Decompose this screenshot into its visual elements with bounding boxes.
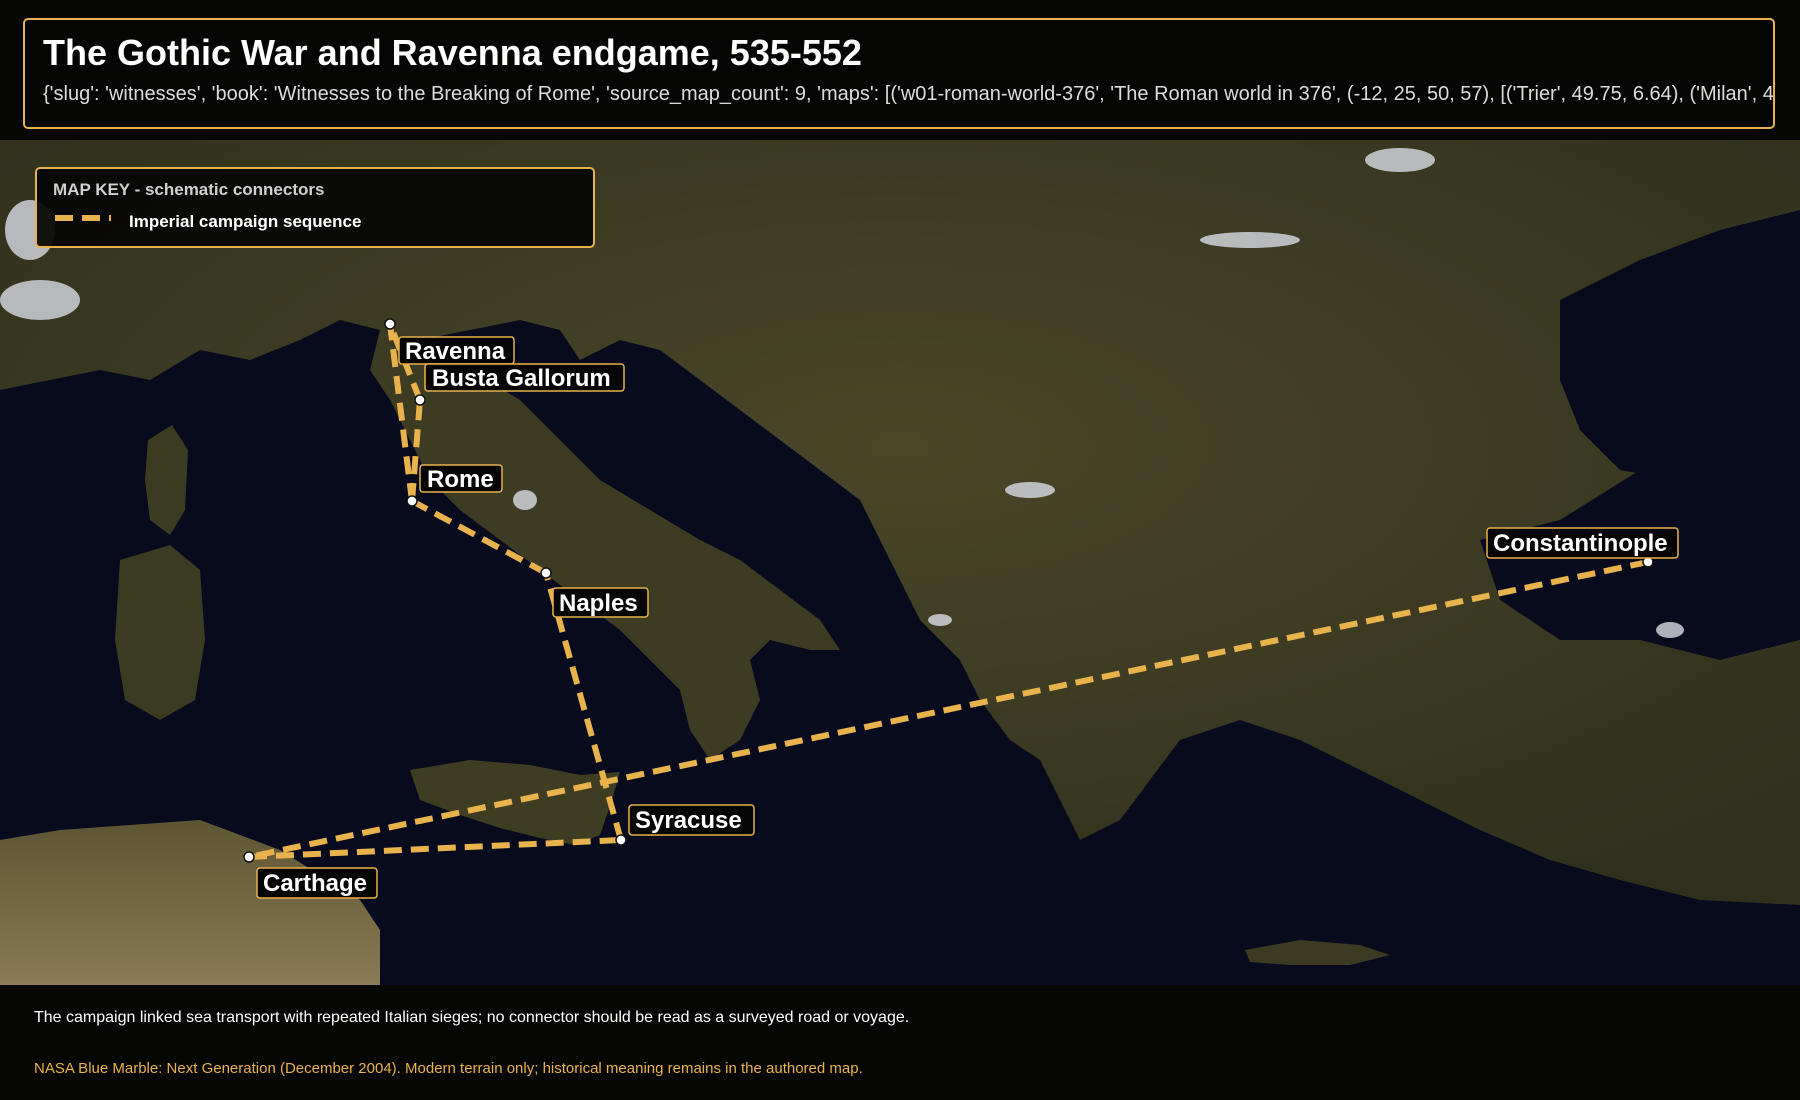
place-label-busta-gallorum: Busta Gallorum — [424, 363, 625, 392]
label-ravenna: Ravenna — [405, 338, 506, 365]
satellite-map: Ravenna Busta Gallorum Rome Naples Const… — [0, 140, 1800, 1100]
label-constantinople: Constantinople — [1493, 530, 1668, 557]
map-caption: The campaign linked sea transport with r… — [34, 1009, 910, 1026]
place-label-ravenna: Ravenna — [398, 336, 515, 365]
marker-naples[interactable] — [540, 567, 552, 579]
place-label-naples: Naples — [552, 587, 649, 618]
place-label-carthage: Carthage — [256, 867, 378, 899]
map-key: MAP KEY - schematic connectors Imperial … — [35, 167, 595, 248]
marker-busta-gallorum[interactable] — [414, 394, 426, 406]
marker-ravenna[interactable] — [384, 318, 396, 330]
map-metadata-line: {'slug': 'witnesses', 'book': 'Witnesses… — [43, 83, 1773, 105]
image-credit: NASA Blue Marble: Next Generation (Decem… — [34, 1060, 863, 1077]
label-naples: Naples — [559, 590, 638, 617]
map-key-title: MAP KEY - schematic connectors — [53, 180, 325, 199]
place-label-syracuse: Syracuse — [628, 804, 755, 836]
label-rome: Rome — [427, 466, 494, 493]
marker-rome[interactable] — [406, 495, 418, 507]
place-label-constantinople: Constantinople — [1486, 527, 1679, 559]
label-busta-gallorum: Busta Gallorum — [432, 365, 611, 392]
label-carthage: Carthage — [263, 870, 367, 897]
title-panel: The Gothic War and Ravenna endgame, 535-… — [23, 18, 1775, 129]
footer-band — [0, 985, 1800, 1100]
sardinia — [115, 545, 205, 720]
marker-carthage[interactable] — [243, 851, 255, 863]
place-label-rome: Rome — [419, 464, 503, 493]
label-syracuse: Syracuse — [635, 807, 742, 834]
legend-dashed-swatch — [55, 215, 111, 221]
map-title: The Gothic War and Ravenna endgame, 535-… — [43, 32, 862, 73]
legend-item-label: Imperial campaign sequence — [129, 212, 362, 231]
marker-syracuse[interactable] — [615, 834, 627, 846]
